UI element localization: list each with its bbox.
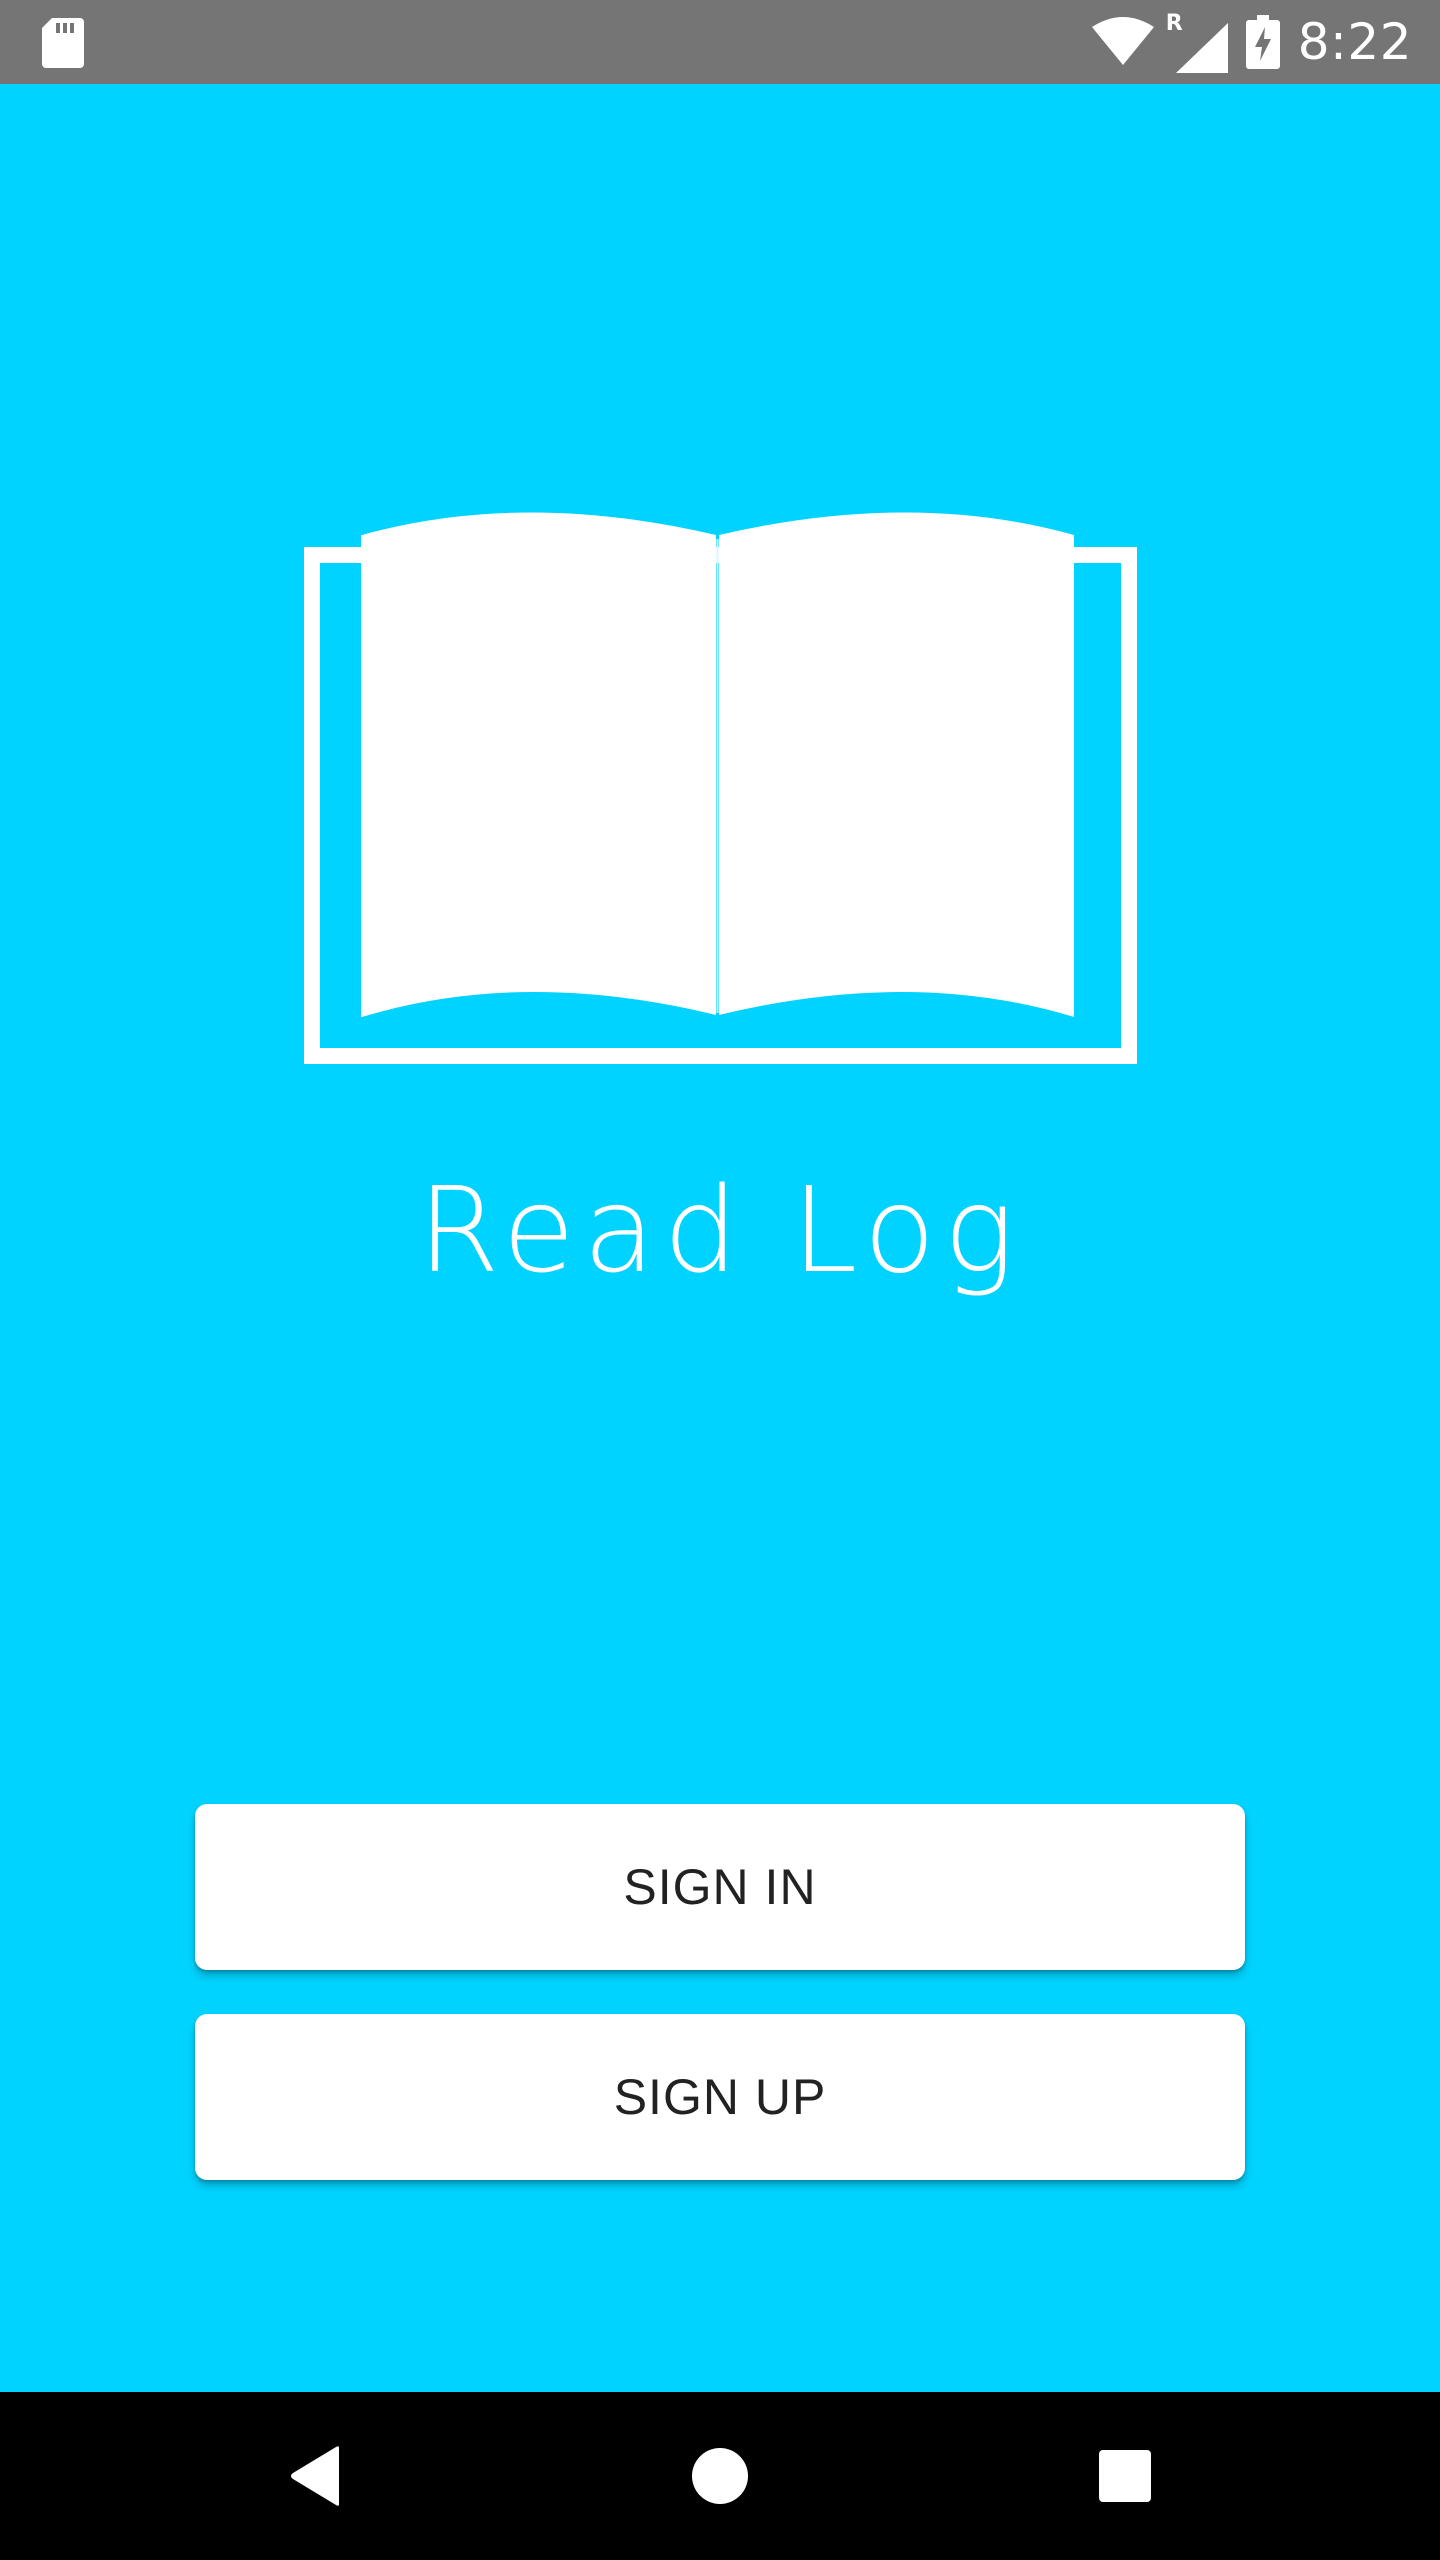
sign-up-label: SIGN UP bbox=[613, 2069, 827, 2125]
sd-card-icon bbox=[42, 18, 84, 68]
status-bar: R 8:22 bbox=[0, 0, 1440, 84]
battery-charging-icon bbox=[1245, 15, 1280, 69]
recents-button[interactable] bbox=[1045, 2392, 1205, 2560]
status-icons: R 8:22 bbox=[1091, 0, 1412, 84]
sign-in-button[interactable]: SIGN IN bbox=[195, 1804, 1245, 1970]
home-icon bbox=[692, 2448, 748, 2504]
sign-in-label: SIGN IN bbox=[623, 1859, 817, 1915]
status-time: 8:22 bbox=[1297, 13, 1412, 71]
roaming-signal-group: R bbox=[1166, 11, 1228, 73]
back-icon bbox=[291, 2446, 339, 2506]
welcome-screen: R 8:22 Read Log SIGN IN SIGN UP bbox=[0, 0, 1440, 2560]
wifi-icon bbox=[1091, 17, 1154, 65]
back-button[interactable] bbox=[236, 2392, 396, 2560]
signal-icon bbox=[1175, 23, 1228, 73]
navigation-bar bbox=[0, 2392, 1440, 2560]
recents-icon bbox=[1099, 2450, 1151, 2502]
app-title: Read Log bbox=[417, 1161, 1023, 1299]
open-book-icon bbox=[304, 512, 1137, 1064]
home-button[interactable] bbox=[640, 2392, 800, 2560]
sign-up-button[interactable]: SIGN UP bbox=[195, 2014, 1245, 2180]
